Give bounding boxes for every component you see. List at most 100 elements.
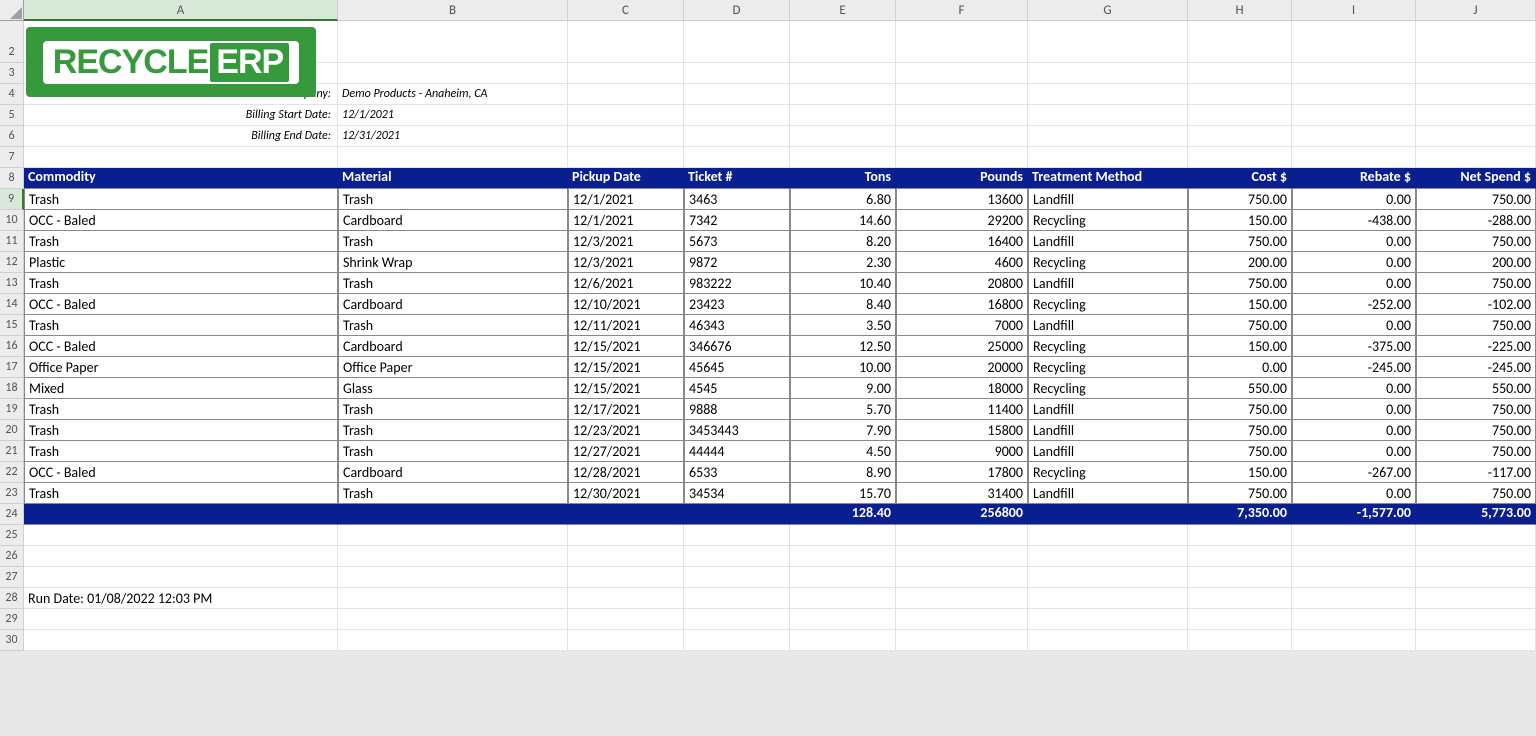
row-header-22[interactable]: 22 (0, 462, 24, 483)
cell-30-D[interactable] (684, 630, 790, 651)
row-header-29[interactable]: 29 (0, 609, 24, 630)
cell-7-A[interactable] (24, 147, 338, 168)
billing-end-value[interactable]: 12/31/2021 (338, 126, 568, 147)
table-cell-treatment[interactable]: Recycling (1028, 210, 1188, 231)
total-pounds[interactable]: 256800 (896, 504, 1028, 525)
table-cell-date[interactable]: 12/1/2021 (568, 210, 684, 231)
cell-5-E[interactable] (790, 105, 896, 126)
cell-3-B[interactable] (338, 63, 568, 84)
cell-25-A[interactable] (24, 525, 338, 546)
table-cell-rebate[interactable]: 0.00 (1292, 483, 1416, 504)
cell-7-I[interactable] (1292, 147, 1416, 168)
table-header-material[interactable]: Material (338, 168, 568, 189)
cell-6-I[interactable] (1292, 126, 1416, 147)
cell-29-E[interactable] (790, 609, 896, 630)
table-header-tons[interactable]: Tons (790, 168, 896, 189)
table-cell-pounds[interactable]: 31400 (896, 483, 1028, 504)
table-cell-date[interactable]: 12/15/2021 (568, 378, 684, 399)
cell-4-E[interactable] (790, 84, 896, 105)
cell-27-I[interactable] (1292, 567, 1416, 588)
table-cell-net[interactable]: 750.00 (1416, 420, 1536, 441)
row-header-11[interactable]: 11 (0, 231, 24, 252)
cell-27-B[interactable] (338, 567, 568, 588)
table-cell-material[interactable]: Trash (338, 273, 568, 294)
cell-2-D[interactable] (684, 42, 790, 63)
table-cell-tons[interactable]: 3.50 (790, 315, 896, 336)
table-cell-date[interactable]: 12/3/2021 (568, 252, 684, 273)
table-cell-commodity[interactable]: Trash (24, 420, 338, 441)
table-header-cost[interactable]: Cost $ (1188, 168, 1292, 189)
cell-3-I[interactable] (1292, 63, 1416, 84)
cell-4-G[interactable] (1028, 84, 1188, 105)
row-header-18[interactable]: 18 (0, 378, 24, 399)
table-cell-tons[interactable]: 4.50 (790, 441, 896, 462)
table-cell-net[interactable]: -102.00 (1416, 294, 1536, 315)
cell-5-H[interactable] (1188, 105, 1292, 126)
table-cell-rebate[interactable]: 0.00 (1292, 273, 1416, 294)
cell-30-A[interactable] (24, 630, 338, 651)
cell-28-G[interactable] (1028, 588, 1188, 609)
cell-29-C[interactable] (568, 609, 684, 630)
table-cell-treatment[interactable]: Landfill (1028, 231, 1188, 252)
table-cell-date[interactable]: 12/15/2021 (568, 357, 684, 378)
cell-6-J[interactable] (1416, 126, 1536, 147)
cell-7-E[interactable] (790, 147, 896, 168)
table-cell-material[interactable]: Cardboard (338, 462, 568, 483)
cell-30-I[interactable] (1292, 630, 1416, 651)
table-cell-commodity[interactable]: OCC - Baled (24, 294, 338, 315)
table-cell-commodity[interactable]: Trash (24, 273, 338, 294)
table-cell-ticket[interactable]: 45645 (684, 357, 790, 378)
table-cell-date[interactable]: 12/6/2021 (568, 273, 684, 294)
cell-2-I[interactable] (1292, 42, 1416, 63)
row-header-4[interactable]: 4 (0, 84, 24, 105)
cell-26-B[interactable] (338, 546, 568, 567)
table-cell-net[interactable]: -288.00 (1416, 210, 1536, 231)
cell-27-G[interactable] (1028, 567, 1188, 588)
table-cell-treatment[interactable]: Recycling (1028, 294, 1188, 315)
table-cell-treatment[interactable]: Landfill (1028, 189, 1188, 210)
table-cell-treatment[interactable]: Recycling (1028, 462, 1188, 483)
cell-25-F[interactable] (896, 525, 1028, 546)
cell-29-F[interactable] (896, 609, 1028, 630)
table-cell-tons[interactable]: 14.60 (790, 210, 896, 231)
cell-5-G[interactable] (1028, 105, 1188, 126)
cell-2-E[interactable] (790, 42, 896, 63)
cell-26-G[interactable] (1028, 546, 1188, 567)
table-cell-cost[interactable]: 750.00 (1188, 189, 1292, 210)
row-header-5[interactable]: 5 (0, 105, 24, 126)
table-header-pounds[interactable]: Pounds (896, 168, 1028, 189)
cell-7-F[interactable] (896, 147, 1028, 168)
table-cell-treatment[interactable]: Landfill (1028, 420, 1188, 441)
column-header-J[interactable]: J (1416, 0, 1536, 21)
cell-28-C[interactable] (568, 588, 684, 609)
cell-6-E[interactable] (790, 126, 896, 147)
table-cell-commodity[interactable]: Office Paper (24, 357, 338, 378)
total-net[interactable]: 5,773.00 (1416, 504, 1536, 525)
row-header-27[interactable]: 27 (0, 567, 24, 588)
cell-28-H[interactable] (1188, 588, 1292, 609)
table-cell-cost[interactable]: 750.00 (1188, 420, 1292, 441)
table-cell-pounds[interactable]: 7000 (896, 315, 1028, 336)
table-cell-tons[interactable]: 7.90 (790, 420, 896, 441)
table-cell-cost[interactable]: 150.00 (1188, 462, 1292, 483)
table-cell-cost[interactable]: 750.00 (1188, 441, 1292, 462)
table-cell-ticket[interactable]: 34534 (684, 483, 790, 504)
cell-30-F[interactable] (896, 630, 1028, 651)
table-cell-ticket[interactable]: 4545 (684, 378, 790, 399)
table-cell-pounds[interactable]: 20000 (896, 357, 1028, 378)
table-cell-cost[interactable]: 150.00 (1188, 210, 1292, 231)
table-cell-rebate[interactable]: 0.00 (1292, 441, 1416, 462)
cell-7-H[interactable] (1188, 147, 1292, 168)
cell-29-G[interactable] (1028, 609, 1188, 630)
table-cell-rebate[interactable]: -438.00 (1292, 210, 1416, 231)
cell-2-B[interactable] (338, 42, 568, 63)
cell-6-F[interactable] (896, 126, 1028, 147)
cell-7-B[interactable] (338, 147, 568, 168)
total-cost[interactable]: 7,350.00 (1188, 504, 1292, 525)
table-cell-cost[interactable]: 550.00 (1188, 378, 1292, 399)
table-cell-material[interactable]: Trash (338, 399, 568, 420)
table-cell-cost[interactable]: 750.00 (1188, 483, 1292, 504)
table-cell-material[interactable]: Trash (338, 189, 568, 210)
table-cell-rebate[interactable]: 0.00 (1292, 252, 1416, 273)
table-cell-cost[interactable]: 750.00 (1188, 231, 1292, 252)
